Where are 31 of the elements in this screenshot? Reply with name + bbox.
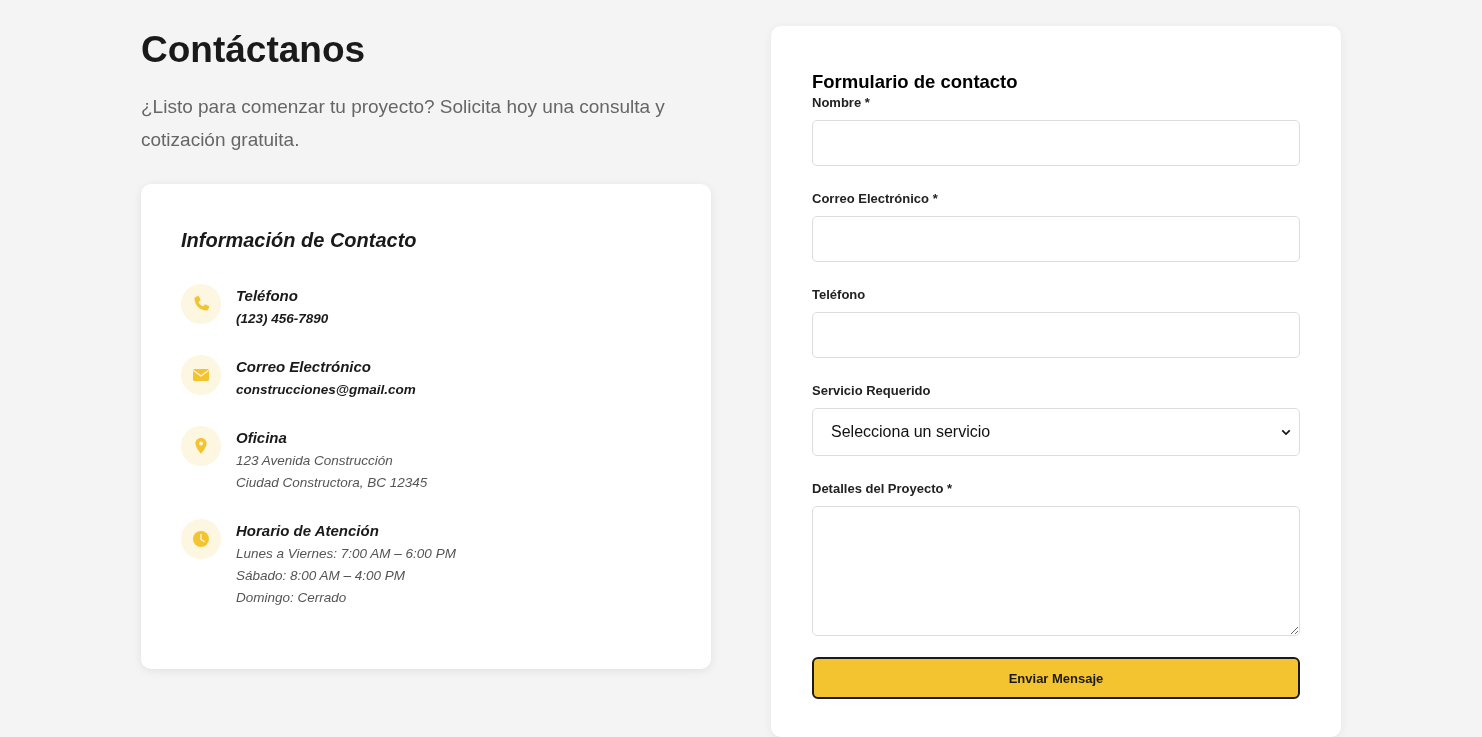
field-label: Correo Electrónico * <box>812 190 939 207</box>
page-title: Contáctanos <box>141 28 367 72</box>
info-label: Correo Electrónico <box>236 357 372 377</box>
info-label: Teléfono <box>236 286 298 306</box>
form-title: Formulario de contacto <box>812 70 1019 94</box>
info-text: Sábado: 8:00 AM – 4:00 PM <box>236 567 406 585</box>
contact-info-title: Información de Contacto <box>181 228 418 253</box>
message-textarea[interactable] <box>812 506 1300 636</box>
field-label: Nombre * <box>812 94 871 111</box>
service-select[interactable]: Selecciona un servicio <box>812 408 1300 456</box>
phone-icon <box>181 284 221 324</box>
info-text: 123 Avenida Construcción <box>236 452 393 470</box>
submit-button[interactable]: Enviar Mensaje <box>812 657 1300 699</box>
info-text: Ciudad Constructora, BC 12345 <box>236 474 428 492</box>
page-subtitle: ¿Listo para comenzar tu proyecto? Solicita hoy una consulta y cotización gratuita. <box>141 95 666 152</box>
field-label: Detalles del Proyecto * <box>812 480 954 497</box>
field-label: Teléfono <box>812 286 867 303</box>
map-pin-icon <box>181 426 221 466</box>
info-label: Oficina <box>236 428 287 448</box>
info-text: Domingo: Cerrado <box>236 589 347 607</box>
input-field[interactable] <box>812 216 1300 262</box>
envelope-icon <box>181 355 221 395</box>
contact-link[interactable]: construcciones@gmail.com <box>236 379 416 401</box>
clock-icon <box>181 519 221 559</box>
info-text: Lunes a Viernes: 7:00 AM – 6:00 PM <box>236 545 456 563</box>
info-label: Horario de Atención <box>236 521 379 541</box>
chevron-icon <box>1281 428 1291 436</box>
input-field[interactable] <box>812 120 1300 166</box>
input-field[interactable] <box>812 312 1300 358</box>
contact-link[interactable]: (123) 456-7890 <box>236 308 329 330</box>
field-label: Servicio Requerido <box>812 382 932 399</box>
